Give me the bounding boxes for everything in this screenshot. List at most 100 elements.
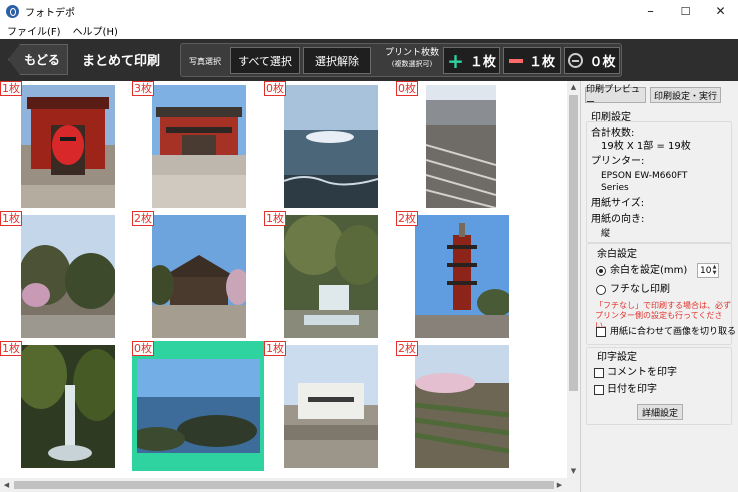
window-controls: – ☐ ✕ xyxy=(633,0,738,22)
print-copies-label: プリント枚数 (複数選択可) xyxy=(383,48,441,70)
menu-help[interactable]: ヘルプ(H) xyxy=(73,23,118,38)
remove-one-copy-label: １枚 xyxy=(528,55,555,70)
photo-thumbnail xyxy=(152,85,246,208)
print-preview-button[interactable]: 印刷プレビュー xyxy=(585,85,646,108)
crop-to-paper-checkbox[interactable] xyxy=(596,327,606,337)
plus-icon: + xyxy=(447,48,464,73)
horizontal-scrollbar-thumb[interactable] xyxy=(14,481,554,489)
minus-circle-icon xyxy=(568,53,584,68)
orientation-label: 用紙の向き: xyxy=(591,214,645,225)
print-copies-sublabel: (複数選択可) xyxy=(391,60,433,68)
zero-copies-button[interactable]: ０枚 xyxy=(564,47,620,74)
maximize-button[interactable]: ☐ xyxy=(668,0,703,22)
print-copies-title: プリント枚数 xyxy=(384,48,439,58)
photo-thumbnail xyxy=(21,345,115,468)
photo-tile[interactable]: 1枚 xyxy=(0,211,130,341)
minus-icon xyxy=(508,58,523,63)
copy-count-badge: 2枚 xyxy=(132,211,154,226)
photo-tile-selected[interactable]: 0枚 xyxy=(132,341,264,471)
add-one-copy-button[interactable]: + １枚 xyxy=(443,47,500,74)
selection-toolbar-group: 写真選択 すべて選択 選択解除 プリント枚数 (複数選択可) + １枚 １枚 ０… xyxy=(180,43,622,77)
total-value: 19枚 X 1部 = 19枚 xyxy=(601,141,691,152)
margin-value: 10 xyxy=(700,265,712,276)
copy-count-badge: 1枚 xyxy=(0,341,22,356)
back-button[interactable]: もどる xyxy=(8,44,68,75)
margin-on-radio[interactable] xyxy=(596,266,606,276)
settings-panel: 印刷プレビュー 印刷設定・実行 印刷設定 合計枚数: 19枚 X 1部 = 19… xyxy=(580,81,738,492)
photo-tile[interactable]: 1枚 xyxy=(264,341,394,471)
print-settings-section: 合計枚数: 19枚 X 1部 = 19枚 プリンター: EPSON EW-M66… xyxy=(586,121,732,243)
photo-thumbnail xyxy=(152,215,246,338)
photo-tile[interactable]: 1枚 xyxy=(264,211,394,341)
copy-count-badge: 1枚 xyxy=(264,211,286,226)
minimize-button[interactable]: – xyxy=(633,0,668,22)
comment-label: コメントを印字 xyxy=(607,367,677,378)
photo-tile[interactable]: 2枚 xyxy=(396,211,526,341)
margin-title: 余白設定 xyxy=(597,249,637,260)
toolbar: もどる まとめて印刷 写真選択 すべて選択 選択解除 プリント枚数 (複数選択可… xyxy=(0,39,738,81)
copy-count-badge: 3枚 xyxy=(132,81,154,96)
window-title: フォトデポ xyxy=(25,7,75,19)
borderless-radio[interactable] xyxy=(596,285,606,295)
copy-count-badge: 2枚 xyxy=(396,211,418,226)
photo-tile[interactable]: 3枚 xyxy=(132,81,262,211)
photo-thumbnail xyxy=(284,85,378,208)
photo-tile[interactable]: 2枚 xyxy=(132,211,262,341)
detail-settings-button[interactable]: 詳細設定 xyxy=(637,404,683,420)
photo-tile[interactable]: 0枚 xyxy=(264,81,394,211)
print-settings-run-button[interactable]: 印刷設定・実行 xyxy=(650,87,721,103)
paper-size-label: 用紙サイズ: xyxy=(591,198,645,209)
vertical-scrollbar[interactable]: ▲ ▼ xyxy=(567,81,580,478)
app-logo-icon xyxy=(6,4,19,18)
copy-count-badge: 2枚 xyxy=(396,341,418,356)
copy-count-badge: 0枚 xyxy=(132,341,154,356)
copy-count-badge: 1枚 xyxy=(264,341,286,356)
close-button[interactable]: ✕ xyxy=(703,0,738,22)
photo-thumbnail xyxy=(284,345,378,468)
photo-tile[interactable]: 1枚 xyxy=(0,81,130,211)
menu-file[interactable]: ファイル(F) xyxy=(7,23,61,38)
margin-on-label: 余白を設定(mm) xyxy=(610,265,688,276)
photo-thumbnail xyxy=(415,345,509,468)
printer-label: プリンター: xyxy=(591,156,645,167)
date-label: 日付を印字 xyxy=(607,384,657,395)
photo-thumbnail xyxy=(21,85,115,208)
scroll-right-icon[interactable]: ▶ xyxy=(553,478,566,492)
photo-tile[interactable]: 1枚 xyxy=(0,341,130,471)
title-bar: フォトデポ – ☐ ✕ xyxy=(0,0,738,22)
imprint-title: 印字設定 xyxy=(597,352,637,363)
photo-thumbnail xyxy=(21,215,115,338)
photo-thumbnail xyxy=(284,215,378,338)
page-title: まとめて印刷 xyxy=(82,54,161,69)
photo-tile[interactable]: 0枚 xyxy=(396,81,526,211)
deselect-button[interactable]: 選択解除 xyxy=(303,47,371,74)
photo-thumbnail xyxy=(137,359,260,453)
remove-one-copy-button[interactable]: １枚 xyxy=(503,47,561,74)
copy-count-badge: 0枚 xyxy=(396,81,418,96)
borderless-label: フチなし印刷 xyxy=(610,284,670,295)
copy-count-badge: 0枚 xyxy=(264,81,286,96)
photo-tile[interactable]: 2枚 xyxy=(396,341,526,471)
photo-grid: 1枚 3枚 0枚 0枚 1枚 2枚 1枚 2枚 1枚 0枚 1枚 2枚 xyxy=(0,81,567,478)
photo-thumbnail xyxy=(426,85,496,208)
photo-thumbnail xyxy=(415,215,509,338)
copy-count-badge: 1枚 xyxy=(0,81,22,96)
scroll-left-icon[interactable]: ◀ xyxy=(0,478,13,492)
printer-name: EPSON EW-M660FT xyxy=(601,171,688,181)
menu-bar: ファイル(F) ヘルプ(H) xyxy=(0,22,738,39)
total-label: 合計枚数: xyxy=(591,128,635,139)
margin-value-stepper[interactable]: 10 ▲ ▼ xyxy=(697,263,719,278)
stepper-arrows-icon[interactable]: ▲ ▼ xyxy=(711,264,718,277)
scrollbar-thumb[interactable] xyxy=(569,95,578,391)
horizontal-scrollbar[interactable]: ◀ ▶ xyxy=(0,478,580,492)
copy-count-badge: 1枚 xyxy=(0,211,22,226)
printer-name-series: Series xyxy=(601,183,629,193)
date-checkbox[interactable] xyxy=(594,385,604,395)
scroll-up-icon[interactable]: ▲ xyxy=(567,81,580,94)
photo-select-label: 写真選択 xyxy=(189,57,221,66)
select-all-button[interactable]: すべて選択 xyxy=(230,47,300,74)
comment-checkbox[interactable] xyxy=(594,368,604,378)
orientation-value: 縦 xyxy=(601,229,611,239)
scroll-down-icon[interactable]: ▼ xyxy=(567,465,580,478)
imprint-section: 印字設定 コメントを印字 日付を印字 詳細設定 xyxy=(586,347,732,425)
